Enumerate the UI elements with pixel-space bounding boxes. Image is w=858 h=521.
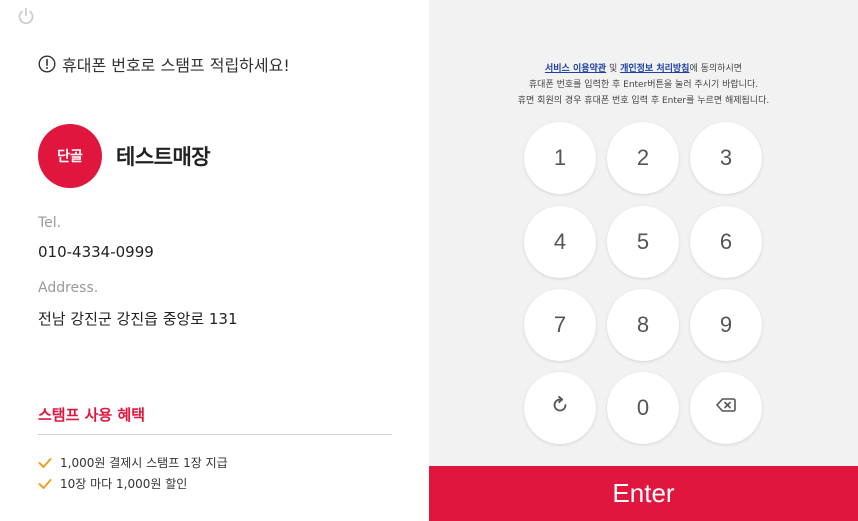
key-3[interactable]: 3 [690,122,762,194]
benefit-text: 1,000원 결제시 스탬프 1장 지급 [60,456,228,470]
backspace-icon [715,394,737,422]
key-2[interactable]: 2 [607,122,679,194]
key-5[interactable]: 5 [607,206,679,278]
benefit-list: 1,000원 결제시 스탬프 1장 지급 10장 마다 1,000원 할인 [38,452,228,494]
keypad-panel: 서비스 이용약관 및 개인정보 처리방침에 동의하시면 휴대폰 번호를 입력한 … [429,0,858,521]
key-1[interactable]: 1 [524,122,596,194]
benefit-title: 스탬프 사용 혜택 [38,406,146,424]
address-label: Address. [38,280,99,296]
check-icon [38,457,52,469]
benefit-text: 10장 마다 1,000원 할인 [60,477,188,491]
info-icon [38,55,56,73]
enter-button[interactable]: Enter [429,466,858,521]
store-header: 단골 테스트매장 [38,124,211,188]
tel-label: Tel. [38,215,62,231]
check-icon [38,478,52,490]
regular-badge: 단골 [38,124,102,188]
key-4[interactable]: 4 [524,206,596,278]
key-7[interactable]: 7 [524,289,596,361]
list-item: 1,000원 결제시 스탬프 1장 지급 [38,452,228,473]
notice-text: 휴대폰 번호로 스탬프 적립하세요! [62,56,290,75]
benefit-divider [38,434,392,435]
reset-button[interactable] [524,372,596,444]
store-info-panel: 휴대폰 번호로 스탬프 적립하세요! 단골 테스트매장 Tel. 010-433… [0,0,429,521]
refresh-icon [549,394,571,422]
backspace-button[interactable] [690,372,762,444]
notice-row: 휴대폰 번호로 스탬프 적립하세요! [38,52,290,76]
number-keypad: 1 2 3 4 5 6 7 8 9 0 [429,0,858,460]
key-0[interactable]: 0 [607,372,679,444]
power-icon[interactable] [16,6,36,26]
list-item: 10장 마다 1,000원 할인 [38,473,228,494]
address-value: 전남 강진군 강진읍 중앙로 131 [38,310,238,328]
store-name: 테스트매장 [116,145,211,169]
tel-value: 010-4334-0999 [38,243,154,261]
key-6[interactable]: 6 [690,206,762,278]
key-8[interactable]: 8 [607,289,679,361]
key-9[interactable]: 9 [690,289,762,361]
